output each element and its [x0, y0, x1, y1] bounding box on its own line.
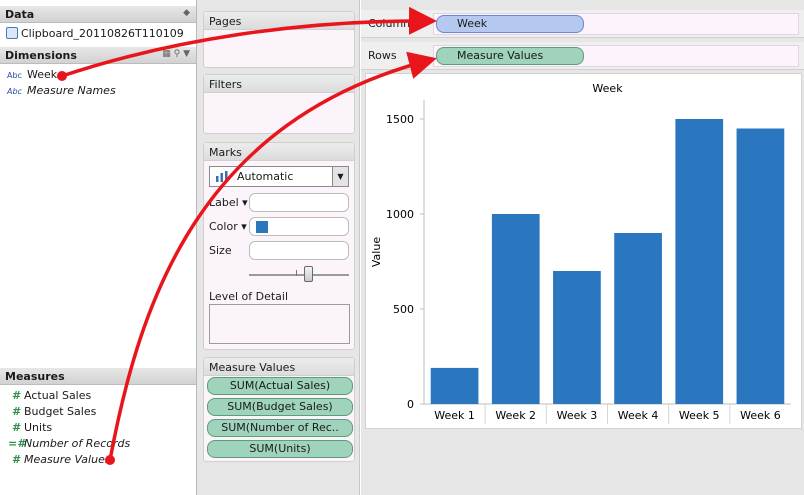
- y-axis-label: Value: [370, 237, 383, 267]
- data-source[interactable]: Clipboard_20110826T110109: [6, 27, 184, 40]
- marks-card-title: Marks: [204, 143, 354, 161]
- x-tick-label: Week 4: [618, 409, 659, 422]
- measure-field-units[interactable]: # Units: [12, 421, 52, 434]
- data-pane: Data ◆ Clipboard_20110826T110109 Dimensi…: [0, 0, 197, 495]
- y-tick-label: 500: [393, 303, 414, 316]
- dimension-field-label: Week: [27, 68, 58, 81]
- dimensions-title: Dimensions: [5, 49, 77, 62]
- measure-field-number-of-records[interactable]: =#Number of Records: [8, 437, 130, 450]
- size-shelf[interactable]: [249, 241, 349, 260]
- chart-title: Week: [592, 82, 623, 95]
- measure-value-pill[interactable]: SUM(Units): [207, 440, 353, 458]
- bar: [736, 128, 785, 404]
- mark-type-dropdown[interactable]: Automatic ▼: [209, 166, 349, 187]
- data-title: Data: [5, 8, 35, 21]
- size-slider-track[interactable]: [249, 274, 349, 276]
- size-slider-tick: [296, 270, 297, 276]
- color-shelf-label[interactable]: Color ▾: [209, 220, 247, 233]
- chart-svg: Week Value 0 500 1000 1500 Week 1 Week 2 Week 3 W…: [370, 82, 791, 424]
- size-shelf-label: Size: [209, 244, 232, 257]
- measure-field-measure-values[interactable]: # Measure Values: [12, 453, 111, 466]
- calculated-number-type-icon: =#: [8, 437, 25, 450]
- x-tick-label: Week 6: [740, 409, 781, 422]
- measure-field-label: Measure Values: [24, 453, 111, 466]
- color-swatch: [256, 221, 268, 233]
- bar-chart: Week Value 0 500 1000 1500 Week 1 Week 2 Week 3 W…: [365, 73, 802, 429]
- dimension-field-label: Measure Names: [27, 84, 116, 97]
- measures-title: Measures: [5, 370, 65, 383]
- bar: [430, 367, 479, 404]
- x-tick-label: Week 5: [679, 409, 720, 422]
- size-slider-handle[interactable]: [304, 266, 313, 282]
- y-tick-label: 0: [407, 398, 414, 411]
- marks-card: Marks Automatic ▼ Label ▾ Color ▾ Size L…: [203, 142, 355, 350]
- number-type-icon: #: [12, 405, 22, 418]
- rows-shelf[interactable]: Rows Measure Values: [361, 42, 804, 70]
- dimension-field-measure-names[interactable]: Abc Measure Names: [7, 84, 116, 97]
- dimensions-section-header: Dimensions ▦ ⚲ ▼: [0, 47, 196, 64]
- color-shelf[interactable]: [249, 217, 349, 236]
- number-type-icon: #: [12, 421, 22, 434]
- collapse-icon[interactable]: ◆: [183, 8, 190, 18]
- columns-shelf[interactable]: Columns Week: [361, 10, 804, 38]
- mark-type-value: Automatic: [237, 170, 294, 183]
- measure-field-budget-sales[interactable]: # Budget Sales: [12, 405, 96, 418]
- worksheet-pane: Columns Week Rows Measure Values Week Val…: [361, 0, 804, 495]
- measure-values-card: Measure Values SUM(Actual Sales) SUM(Bud…: [203, 357, 355, 462]
- measure-value-pill[interactable]: SUM(Budget Sales): [207, 398, 353, 416]
- x-tick-label: Week 2: [495, 409, 536, 422]
- x-tick-label: Week 1: [434, 409, 475, 422]
- rows-pill-measure-values[interactable]: Measure Values: [436, 47, 584, 65]
- shelves-pane: Pages Filters Marks Automatic ▼ Label ▾ …: [197, 0, 360, 495]
- data-section-header: Data ◆: [0, 6, 196, 23]
- number-type-icon: #: [12, 389, 22, 402]
- bar: [553, 271, 601, 404]
- dimension-tools-icon[interactable]: ▦ ⚲ ▼: [162, 49, 190, 59]
- measure-field-label: Number of Records: [24, 437, 131, 450]
- y-tick-label: 1500: [386, 113, 414, 126]
- measure-field-label: Units: [24, 421, 53, 434]
- number-type-icon: #: [12, 453, 20, 466]
- measures-section-header: Measures: [0, 368, 196, 385]
- measure-values-title: Measure Values: [204, 358, 354, 376]
- bar: [491, 214, 540, 404]
- string-type-icon: Abc: [7, 87, 22, 96]
- dimension-field-week[interactable]: Abc Week: [7, 68, 57, 81]
- label-shelf[interactable]: [249, 193, 349, 212]
- filters-shelf-title: Filters: [204, 75, 354, 93]
- rows-shelf-label: Rows: [368, 49, 397, 62]
- chevron-down-icon[interactable]: ▼: [332, 167, 348, 186]
- level-of-detail-label: Level of Detail: [209, 290, 289, 303]
- level-of-detail-shelf[interactable]: [209, 304, 350, 344]
- columns-shelf-label: Columns: [368, 17, 416, 30]
- measure-field-actual-sales[interactable]: # Actual Sales: [12, 389, 91, 402]
- columns-pill-week[interactable]: Week: [436, 15, 584, 33]
- measure-value-pill[interactable]: SUM(Number of Rec..: [207, 419, 353, 437]
- data-source-icon: [6, 27, 18, 39]
- pages-shelf-title: Pages: [204, 12, 354, 30]
- x-tick-label: Week 3: [557, 409, 598, 422]
- string-type-icon: Abc: [7, 71, 22, 80]
- bar-chart-icon: [216, 171, 228, 182]
- bar: [614, 233, 662, 404]
- pages-shelf[interactable]: Pages: [203, 11, 355, 68]
- bar: [675, 119, 724, 404]
- measure-value-pill[interactable]: SUM(Actual Sales): [207, 377, 353, 395]
- measure-field-label: Budget Sales: [24, 405, 97, 418]
- filters-shelf[interactable]: Filters: [203, 74, 355, 134]
- label-shelf-label[interactable]: Label ▾: [209, 196, 248, 209]
- data-source-name: Clipboard_20110826T110109: [21, 27, 184, 40]
- measure-field-label: Actual Sales: [24, 389, 92, 402]
- y-tick-label: 1000: [386, 208, 414, 221]
